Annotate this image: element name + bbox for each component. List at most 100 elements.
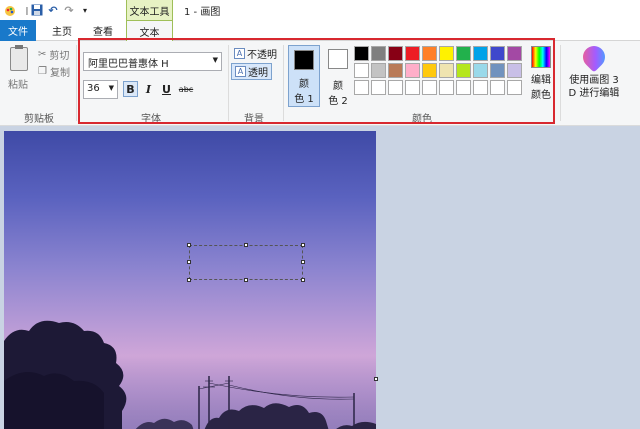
scissors-icon: ✂ xyxy=(38,49,47,60)
palette-swatch[interactable] xyxy=(490,80,505,95)
palette-swatch[interactable] xyxy=(388,46,403,61)
color-1-label-line2: 色 1 xyxy=(294,94,314,105)
group-divider xyxy=(228,45,229,121)
palette-swatch[interactable] xyxy=(490,46,505,61)
palette-swatch[interactable] xyxy=(422,63,437,78)
paste-button[interactable]: 粘贴 xyxy=(8,76,28,91)
copy-button[interactable]: ❐ 复制 xyxy=(38,64,70,79)
palette-swatch[interactable] xyxy=(456,46,471,61)
underline-button[interactable]: U xyxy=(159,81,174,97)
group-divider xyxy=(76,45,77,121)
chevron-down-icon: ▼ xyxy=(108,84,114,92)
palette-swatch[interactable] xyxy=(439,46,454,61)
copy-label: 复制 xyxy=(49,68,70,79)
customize-toolbar-icon[interactable]: ▾ xyxy=(78,3,92,17)
textbox-resize-handle[interactable] xyxy=(187,278,191,282)
palette-swatch[interactable] xyxy=(354,46,369,61)
palette-swatch[interactable] xyxy=(371,63,386,78)
palette-swatch[interactable] xyxy=(354,80,369,95)
palette-swatch[interactable] xyxy=(456,63,471,78)
color-1-button[interactable]: 颜 色 1 xyxy=(288,45,320,107)
palette-swatch[interactable] xyxy=(354,63,369,78)
edit-colors-label-line1: 编辑 xyxy=(531,75,551,86)
colors-group-label: 颜色 xyxy=(412,114,432,125)
save-icon[interactable] xyxy=(30,3,44,17)
color-spectrum-icon xyxy=(531,46,551,68)
tab-view[interactable]: 查看 xyxy=(86,20,120,41)
palette-swatch[interactable] xyxy=(371,46,386,61)
bold-button[interactable]: B xyxy=(123,81,138,97)
palette-swatch[interactable] xyxy=(405,46,420,61)
background-group-label: 背景 xyxy=(244,114,264,125)
transparent-icon: A xyxy=(235,66,246,77)
transparent-button[interactable]: A 透明 xyxy=(231,63,272,80)
title-bar: | ↶ ↷ ▾ 文本工具 1 - 画图 xyxy=(0,0,640,20)
transparent-label: 透明 xyxy=(248,68,268,79)
paste-icon[interactable] xyxy=(10,45,28,71)
textbox-resize-handle[interactable] xyxy=(301,243,305,247)
palette-swatch[interactable] xyxy=(456,80,471,95)
textbox-resize-handle[interactable] xyxy=(301,260,305,264)
palette-swatch[interactable] xyxy=(507,80,522,95)
font-group-label: 字体 xyxy=(141,114,161,125)
textbox-resize-handle[interactable] xyxy=(187,260,191,264)
ribbon-tab-row: 文件 主页 查看 文本 xyxy=(0,20,640,42)
palette-swatch[interactable] xyxy=(507,46,522,61)
palette-swatch[interactable] xyxy=(473,63,488,78)
opaque-label: 不透明 xyxy=(247,50,277,61)
textbox-resize-handle[interactable] xyxy=(244,278,248,282)
palette-swatch[interactable] xyxy=(473,80,488,95)
paint-app-icon[interactable] xyxy=(3,3,17,17)
cut-label: 剪切 xyxy=(49,51,70,62)
canvas-workspace xyxy=(0,127,640,429)
strikethrough-button[interactable]: abc xyxy=(177,81,195,97)
palette-swatch[interactable] xyxy=(473,46,488,61)
canvas-resize-handle[interactable] xyxy=(374,377,378,381)
strikethrough-label: abc xyxy=(178,84,194,94)
color-2-label-line2: 色 2 xyxy=(328,96,348,107)
text-input-box[interactable] xyxy=(189,245,303,280)
edit-colors-button[interactable]: 编辑 颜色 xyxy=(526,46,556,101)
palette-swatch[interactable] xyxy=(371,80,386,95)
paint3d-label-line2: D 进行编辑 xyxy=(568,88,620,99)
chevron-down-icon: ▼ xyxy=(212,56,218,64)
textbox-resize-handle[interactable] xyxy=(187,243,191,247)
palette-swatch[interactable] xyxy=(405,80,420,95)
tab-text[interactable]: 文本 xyxy=(126,20,173,42)
italic-button[interactable]: I xyxy=(141,81,156,97)
tab-file[interactable]: 文件 xyxy=(0,20,36,41)
ribbon: 粘贴 ✂ 剪切 ❐ 复制 剪贴板 阿里巴巴普惠体 H ▼ 36 ▼ B I U ab… xyxy=(0,41,640,126)
paint3d-icon xyxy=(578,41,610,73)
palette-swatch[interactable] xyxy=(439,63,454,78)
font-size-value: 36 xyxy=(87,83,100,94)
opaque-icon: A xyxy=(234,48,245,59)
clipboard-group-label: 剪贴板 xyxy=(24,114,54,125)
palette-swatch[interactable] xyxy=(422,46,437,61)
window-title: 1 - 画图 xyxy=(184,7,221,18)
font-family-select[interactable]: 阿里巴巴普惠体 H ▼ xyxy=(83,52,222,71)
color-1-swatch xyxy=(294,50,314,70)
palette-swatch[interactable] xyxy=(507,63,522,78)
redo-icon[interactable]: ↷ xyxy=(62,3,76,17)
copy-icon: ❐ xyxy=(38,66,47,77)
tab-home[interactable]: 主页 xyxy=(46,20,78,41)
palette-swatch[interactable] xyxy=(439,80,454,95)
palette-swatch[interactable] xyxy=(388,63,403,78)
paint3d-label-line1: 使用画图 3 xyxy=(569,75,619,86)
textbox-resize-handle[interactable] xyxy=(244,243,248,247)
group-divider xyxy=(560,45,561,121)
palette-swatch[interactable] xyxy=(405,63,420,78)
color-2-label-line1: 颜 xyxy=(333,81,343,92)
palette-swatch[interactable] xyxy=(422,80,437,95)
undo-icon[interactable]: ↶ xyxy=(46,3,60,17)
group-divider xyxy=(283,45,284,121)
color-2-button[interactable]: 颜 色 2 xyxy=(322,45,354,107)
cut-button[interactable]: ✂ 剪切 xyxy=(38,47,69,62)
palette-swatch[interactable] xyxy=(490,63,505,78)
font-size-select[interactable]: 36 ▼ xyxy=(83,80,118,99)
opaque-button[interactable]: A 不透明 xyxy=(231,45,280,62)
palette-swatch[interactable] xyxy=(388,80,403,95)
context-tab-text-tools: 文本工具 xyxy=(126,0,173,20)
textbox-resize-handle[interactable] xyxy=(301,278,305,282)
edit-with-paint3d-button[interactable]: 使用画图 3 D 进行编辑 xyxy=(565,41,623,100)
